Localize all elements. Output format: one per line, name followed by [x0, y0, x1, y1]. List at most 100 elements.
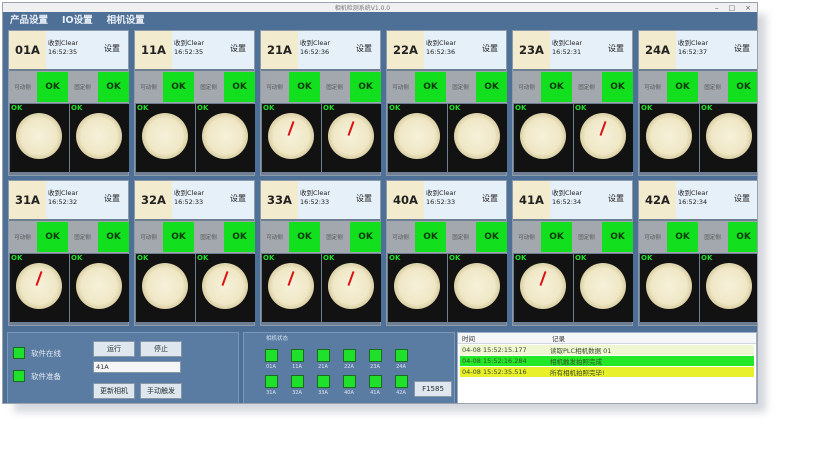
fixed-side-image[interactable]: OK [448, 254, 507, 322]
movable-side-image[interactable]: OK [388, 254, 447, 322]
station-settings-button[interactable]: 设置 [104, 193, 120, 204]
fixed-side-label: 固定侧 [200, 85, 217, 91]
fixed-side-image[interactable]: OK [70, 104, 129, 172]
station-id: 01A [9, 31, 46, 69]
station-time: 16:52:31 [552, 48, 582, 56]
movable-side-image[interactable]: OK [640, 104, 699, 172]
station-settings-button[interactable]: 设置 [230, 193, 246, 204]
movable-side-status: OK [541, 72, 572, 102]
station-id: 32A [135, 181, 172, 219]
status-label: 21A [318, 364, 328, 370]
station-23a: 23A 收到Clear 16:52:31 设置 可动侧 OK 固定侧 OK OK… [512, 30, 633, 176]
movable-side-image[interactable]: OK [136, 104, 195, 172]
station-settings-button[interactable]: 设置 [230, 43, 246, 54]
log-row[interactable]: 04-08 15:52:16.284 相机触发拍照完成 [460, 356, 754, 366]
fixed-side-status: OK [476, 222, 507, 252]
maximize-icon[interactable]: □ [729, 4, 736, 12]
camera-status-title: 相机状态 [266, 336, 289, 342]
station-header: 31A 收到Clear 16:52:32 设置 [9, 181, 128, 219]
fixed-side-image[interactable]: OK [448, 104, 507, 172]
station-settings-button[interactable]: 设置 [356, 193, 372, 204]
image-result-tag: OK [323, 254, 335, 262]
station-40a: 40A 收到Clear 16:52:33 设置 可动侧 OK 固定侧 OK OK… [386, 180, 507, 326]
movable-side-status: OK [37, 72, 68, 102]
red-mark [35, 271, 43, 286]
fixed-side-label: 固定侧 [704, 235, 721, 241]
movable-side-label: 可动侧 [140, 85, 157, 91]
station-message: 收到Clear [426, 39, 456, 47]
fixed-side-image[interactable]: OK [574, 104, 633, 172]
movable-side-image[interactable]: OK [640, 254, 699, 322]
camera-status-item: 23A [362, 349, 388, 372]
movable-side-image[interactable]: OK [514, 104, 573, 172]
status-label: 24A [396, 364, 406, 370]
stop-button[interactable]: 停止 [140, 341, 182, 357]
station-settings-button[interactable]: 设置 [608, 193, 624, 204]
gauge-dial [142, 113, 188, 159]
station-settings-button[interactable]: 设置 [482, 43, 498, 54]
image-result-tag: OK [575, 104, 587, 112]
station-header: 33A 收到Clear 16:52:33 设置 [261, 181, 380, 219]
fixed-side-image[interactable]: OK [322, 254, 381, 322]
image-result-tag: OK [641, 254, 653, 262]
fixed-side-image[interactable]: OK [322, 104, 381, 172]
red-mark [347, 121, 355, 136]
fixed-side-status: OK [224, 222, 255, 252]
fixed-side-image[interactable]: OK [700, 254, 757, 322]
movable-side-status: OK [667, 72, 698, 102]
log-rows: 04-08 15:52:15.177 读取PLC相机数据 01 04-08 15:5… [458, 345, 756, 377]
movable-side-image[interactable]: OK [10, 104, 69, 172]
station-input[interactable]: 41A [93, 361, 181, 373]
gauge-dial [328, 263, 374, 309]
fixed-side-image[interactable]: OK [196, 254, 255, 322]
station-info: 收到Clear 16:52:34 [678, 189, 708, 207]
station-settings-button[interactable]: 设置 [734, 193, 750, 204]
movable-side-image[interactable]: OK [388, 104, 447, 172]
status-led [316, 375, 330, 388]
fixed-side-image[interactable]: OK [70, 254, 129, 322]
menu-io-settings[interactable]: IO设置 [62, 12, 93, 26]
image-result-tag: OK [449, 254, 461, 262]
log-row[interactable]: 04-08 15:52:35.516 所有相机拍照完毕! [460, 367, 754, 377]
minimize-icon[interactable]: – [715, 4, 719, 12]
movable-side-image[interactable]: OK [262, 254, 321, 322]
station-settings-button[interactable]: 设置 [482, 193, 498, 204]
fixed-side-image[interactable]: OK [700, 104, 757, 172]
station-01a: 01A 收到Clear 16:52:35 设置 可动侧 OK 固定侧 OK OK… [8, 30, 129, 176]
fixed-side-label: 固定侧 [200, 235, 217, 241]
image-result-tag: OK [515, 254, 527, 262]
image-result-tag: OK [449, 104, 461, 112]
log-row[interactable]: 04-08 15:52:15.177 读取PLC相机数据 01 [460, 345, 754, 355]
fixed-side-status: OK [602, 72, 633, 102]
fixed-side-image[interactable]: OK [574, 254, 633, 322]
station-header: 22A 收到Clear 16:52:36 设置 [387, 31, 506, 69]
station-status-row: 可动侧 OK 固定侧 OK [387, 221, 507, 253]
station-11a: 11A 收到Clear 16:52:35 设置 可动侧 OK 固定侧 OK OK… [134, 30, 255, 176]
log-time: 04-08 15:52:35.516 [462, 368, 527, 376]
movable-side-image[interactable]: OK [136, 254, 195, 322]
manual-trigger-button[interactable]: 手动触发 [140, 383, 182, 399]
station-info: 收到Clear 16:52:36 [426, 39, 456, 57]
camera-status-panel: 相机状态 01A 11A 21A 22A 23A 24A 31A 32A 33A 40A 41A 42… [243, 332, 455, 403]
update-camera-button[interactable]: 更新相机 [93, 383, 135, 399]
fixed-side-image[interactable]: OK [196, 104, 255, 172]
menu-camera-settings[interactable]: 相机设置 [107, 12, 145, 26]
station-header: 42A 收到Clear 16:52:34 设置 [639, 181, 757, 219]
station-id: 42A [639, 181, 676, 219]
station-33a: 33A 收到Clear 16:52:33 设置 可动侧 OK 固定侧 OK OK… [260, 180, 381, 326]
title-bar: 相机检测系统V1.0.0 – □ × [3, 3, 757, 12]
gauge-dial [16, 113, 62, 159]
movable-side-image[interactable]: OK [262, 104, 321, 172]
station-22a: 22A 收到Clear 16:52:36 设置 可动侧 OK 固定侧 OK OK… [386, 30, 507, 176]
station-settings-button[interactable]: 设置 [608, 43, 624, 54]
menu-product-settings[interactable]: 产品设置 [10, 12, 48, 26]
run-button[interactable]: 运行 [93, 341, 135, 357]
close-icon[interactable]: × [745, 4, 751, 12]
station-settings-button[interactable]: 设置 [104, 43, 120, 54]
movable-side-label: 可动侧 [644, 85, 661, 91]
station-settings-button[interactable]: 设置 [734, 43, 750, 54]
status-action-button[interactable]: F1585 [414, 381, 452, 397]
station-settings-button[interactable]: 设置 [356, 43, 372, 54]
movable-side-image[interactable]: OK [10, 254, 69, 322]
movable-side-image[interactable]: OK [514, 254, 573, 322]
